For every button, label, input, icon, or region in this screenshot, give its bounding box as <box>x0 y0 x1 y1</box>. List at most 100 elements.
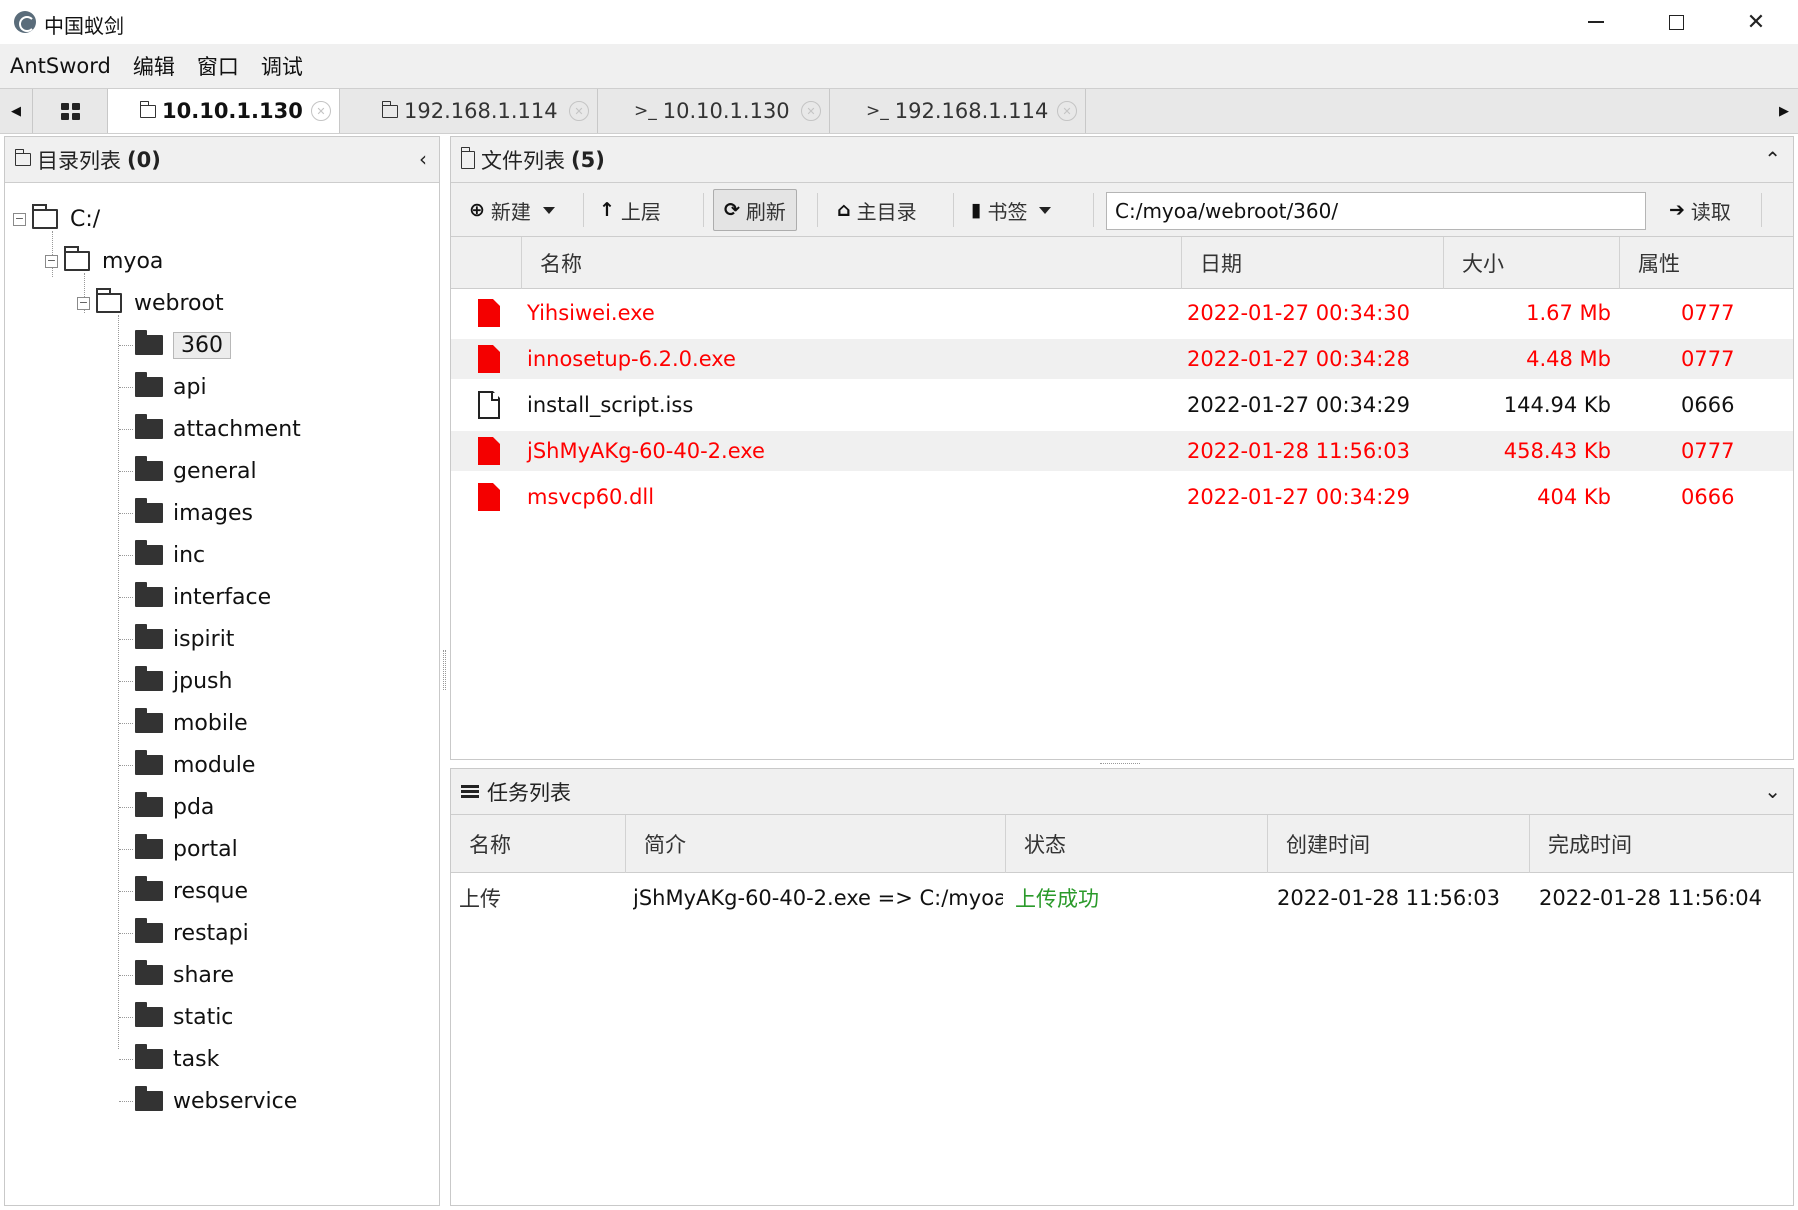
tab-close-icon[interactable]: ✕ <box>311 101 331 121</box>
tree-node-restapi[interactable]: restapi <box>135 915 249 951</box>
maximize-icon <box>1668 14 1684 30</box>
collapse-left-icon[interactable]: ‹ <box>419 147 427 171</box>
path-input[interactable] <box>1106 192 1646 230</box>
menu-edit[interactable]: 编辑 <box>133 51 175 81</box>
tab-terminal-10-10-1-130[interactable]: >_ 10.10.1.130 ✕ <box>598 89 830 133</box>
tab-close-icon[interactable]: ✕ <box>801 101 821 121</box>
tree-node-label: interface <box>173 584 272 610</box>
menu-window[interactable]: 窗口 <box>197 51 239 81</box>
folder-icon <box>135 918 163 943</box>
file-name-cell: innosetup-6.2.0.exe <box>527 347 736 371</box>
file-row[interactable]: msvcp60.dll 2022-01-27 00:34:29 404 Kb 0666 <box>451 477 1793 517</box>
file-icon <box>478 483 500 511</box>
tree-node-pda[interactable]: pda <box>135 789 214 825</box>
tab-terminal-192-168-1-114[interactable]: >_ 192.168.1.114 ✕ <box>830 89 1086 133</box>
column-header-size[interactable]: 大小 <box>1443 237 1619 289</box>
file-row[interactable]: jShMyAKg-60-40-2.exe 2022-01-28 11:56:03 4… <box>451 431 1793 471</box>
file-icon <box>478 299 500 327</box>
folder-open-icon <box>32 204 58 229</box>
up-level-button[interactable]: ↑ 上层 <box>589 189 671 231</box>
tree-node-resque[interactable]: resque <box>135 873 248 909</box>
column-header-task-created[interactable]: 创建时间 <box>1267 815 1529 873</box>
tree-node-mobile[interactable]: mobile <box>135 705 248 741</box>
tree-node-ispirit[interactable]: ispirit <box>135 621 234 657</box>
tab-file-manager-192-168-1-114[interactable]: 192.168.1.114 ✕ <box>340 89 598 133</box>
tree-node-inc[interactable]: inc <box>135 537 205 573</box>
folder-icon <box>135 330 163 355</box>
tree-node-general[interactable]: general <box>135 453 257 489</box>
tree-node-api[interactable]: api <box>135 369 207 405</box>
tree-node-root[interactable]: − C:/ <box>13 201 100 237</box>
tree-node-jpush[interactable]: jpush <box>135 663 232 699</box>
tree-node-label: images <box>173 500 253 526</box>
tab-home[interactable] <box>32 89 108 133</box>
close-icon: ✕ <box>1746 9 1766 35</box>
home-directory-button[interactable]: ⌂ 主目录 <box>827 189 927 231</box>
tab-close-icon[interactable]: ✕ <box>569 101 589 121</box>
horizontal-splitter[interactable] <box>1100 763 1140 765</box>
folder-icon <box>381 100 398 118</box>
tree-node-webroot[interactable]: − webroot <box>77 285 224 321</box>
tree-node-label: static <box>173 1004 234 1030</box>
menu-debug[interactable]: 调试 <box>261 51 303 81</box>
folder-icon <box>135 750 163 775</box>
file-row[interactable]: Yihsiwei.exe 2022-01-27 00:34:30 1.67 Mb 07… <box>451 293 1793 333</box>
new-button[interactable]: ⊕ 新建 <box>459 189 565 231</box>
tree-node-label-selected: 360 <box>173 331 231 359</box>
read-button[interactable]: ➔ 读取 <box>1659 189 1741 231</box>
tree-node-static[interactable]: static <box>135 999 233 1035</box>
tree-collapse-toggle[interactable]: − <box>13 212 26 226</box>
tree-node-share[interactable]: share <box>135 957 234 993</box>
file-icon-cell <box>469 385 509 425</box>
vertical-splitter[interactable] <box>443 650 446 690</box>
column-header-attr[interactable]: 属性 <box>1619 237 1793 289</box>
tab-strip: ◀ 10.10.1.130 ✕ 192.168.1.114 ✕ >_ 10.10… <box>0 88 1798 134</box>
file-row[interactable]: innosetup-6.2.0.exe 2022-01-27 00:34:28 4.… <box>451 339 1793 379</box>
tree-node-interface[interactable]: interface <box>135 579 271 615</box>
tree-node-module[interactable]: module <box>135 747 255 783</box>
tab-close-icon[interactable]: ✕ <box>1057 101 1077 121</box>
file-row[interactable]: install_script.iss 2022-01-27 00:34:29 144… <box>451 385 1793 425</box>
maximize-button[interactable] <box>1636 0 1716 44</box>
file-size-cell: 1.67 Mb <box>1526 301 1611 325</box>
column-header-name[interactable]: 名称 <box>521 237 1175 289</box>
tree-node-label: attachment <box>173 416 301 442</box>
column-header-task-name[interactable]: 名称 <box>451 815 625 873</box>
refresh-button[interactable]: ⟳ 刷新 <box>713 189 797 231</box>
folder-open-icon <box>64 246 90 271</box>
file-list-header: 文件列表 (5) ⌃ <box>451 137 1793 183</box>
file-name-cell: install_script.iss <box>527 393 694 417</box>
tree-node-myoa[interactable]: − myoa <box>45 243 163 279</box>
file-attr-cell: 0666 <box>1681 393 1735 417</box>
column-header-task-finished[interactable]: 完成时间 <box>1529 815 1793 873</box>
tab-file-manager-10-10-1-130[interactable]: 10.10.1.130 ✕ <box>108 89 340 133</box>
tree-collapse-toggle[interactable]: − <box>77 296 90 310</box>
file-list-panel: 文件列表 (5) ⌃ ⊕ 新建 ↑ 上层 ⟳ 刷新 ⌂ 主目录 ▮ 书签 C:/… <box>450 136 1794 760</box>
bookmark-button[interactable]: ▮ 书签 <box>961 189 1061 231</box>
tree-node-attachment[interactable]: attachment <box>135 411 301 447</box>
tree-node-label: api <box>173 374 207 400</box>
task-name-cell: 上传 <box>459 887 501 911</box>
tab-scroll-left-button[interactable]: ◀ <box>2 89 30 133</box>
tree-node-portal[interactable]: portal <box>135 831 238 867</box>
chevron-up-icon[interactable]: ⌃ <box>1764 147 1781 171</box>
tree-node-label: resque <box>173 878 249 904</box>
directory-panel-title: 目录列表 <box>37 148 121 173</box>
column-header-task-desc[interactable]: 简介 <box>625 815 1005 873</box>
tree-node-webservice[interactable]: webservice <box>135 1083 297 1119</box>
tree-node-images[interactable]: images <box>135 495 253 531</box>
chevron-down-icon[interactable]: ⌄ <box>1764 779 1781 803</box>
menu-antsword[interactable]: AntSword <box>10 54 111 78</box>
tree-node-task[interactable]: task <box>135 1041 219 1077</box>
task-row[interactable]: 上传 jShMyAKg-60-40-2.exe => C:/myoa/ 上传成功… <box>451 875 1793 921</box>
minimize-button[interactable] <box>1556 0 1636 44</box>
file-attr-cell: 0777 <box>1681 439 1735 463</box>
close-button[interactable]: ✕ <box>1716 0 1796 44</box>
tree-node-label: restapi <box>173 920 249 946</box>
tab-scroll-right-button[interactable]: ▶ <box>1770 89 1798 133</box>
tree-node-360[interactable]: 360 <box>135 327 231 363</box>
tree-collapse-toggle[interactable]: − <box>45 254 58 268</box>
column-header-task-status[interactable]: 状态 <box>1005 815 1267 873</box>
folder-icon <box>135 876 163 901</box>
column-header-date[interactable]: 日期 <box>1181 237 1443 289</box>
